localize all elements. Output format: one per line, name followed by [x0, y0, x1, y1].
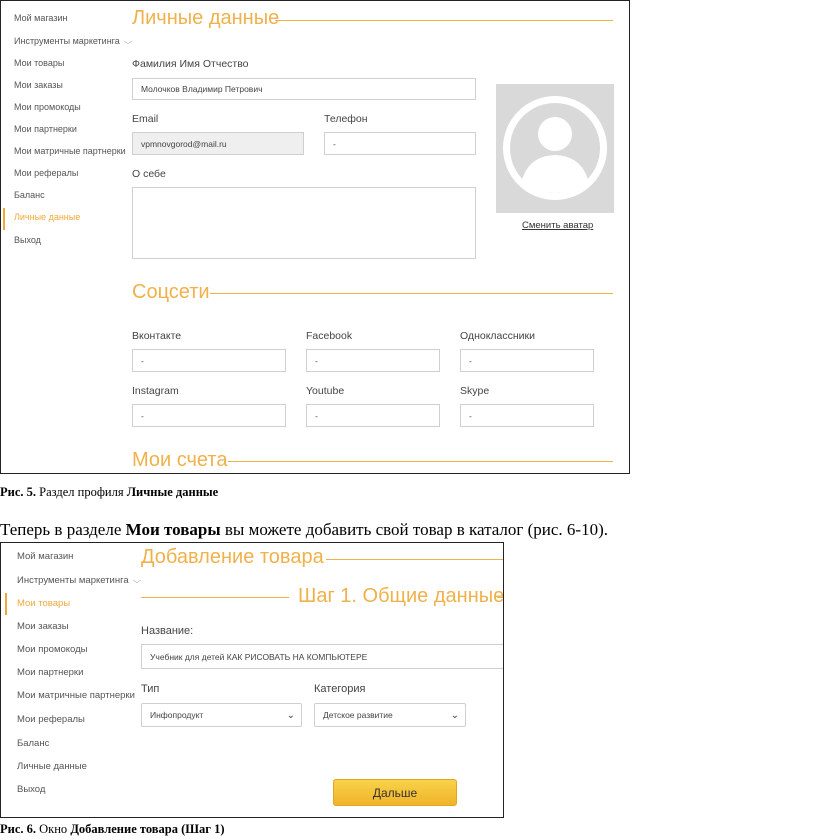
category-select-value: Детское развитие [323, 710, 393, 720]
fio-field[interactable]: Молочков Владимир Петрович [132, 78, 476, 100]
category-label: Категория [314, 683, 366, 695]
skype-field[interactable]: - [460, 404, 594, 427]
instagram-field[interactable]: - [132, 404, 286, 427]
sidebar-item-promocodes[interactable]: Мои промокоды [17, 644, 88, 655]
sidebar-item-partners[interactable]: Мои партнерки [14, 124, 77, 134]
chevron-down-icon: ⌄ [450, 709, 459, 721]
caption-bold: Личные данные [126, 485, 219, 499]
phone-label: Телефон [324, 113, 368, 125]
name-field[interactable]: Учебник для детей КАК РИСОВАТЬ НА КОМПЬЮ… [141, 644, 503, 669]
user-icon [503, 96, 607, 200]
vk-field[interactable]: - [132, 349, 286, 372]
ok-field[interactable]: - [460, 349, 594, 372]
sidebar-item-marketing[interactable]: Инструменты маркетинга ⌵ [17, 575, 141, 586]
section-divider [497, 597, 503, 598]
about-textarea[interactable] [132, 187, 476, 259]
section-title-accounts: Мои счета [132, 449, 228, 471]
email-field[interactable]: vpmnovgorod@mail.ru [132, 132, 304, 155]
sidebar-item-matrix-partners[interactable]: Мои матричные партнерки [14, 146, 126, 156]
paragraph-bold: Мои товары [125, 520, 221, 539]
email-label: Email [132, 113, 159, 125]
section-divider [141, 597, 289, 598]
sidebar-item-orders[interactable]: Мои заказы [14, 80, 63, 90]
sidebar-item-products[interactable]: Мои товары [14, 58, 64, 68]
chevron-down-icon: ⌄ [286, 709, 295, 721]
sidebar-item-personal[interactable]: Личные данные [14, 212, 80, 222]
category-select[interactable]: Детское развитие ⌄ [314, 703, 466, 727]
sidebar-item-products[interactable]: Мои товары [17, 598, 70, 609]
chevron-down-icon: ⌵ [123, 37, 133, 46]
about-label: О себе [132, 168, 166, 180]
vk-label: Вконтакте [132, 330, 182, 342]
ok-label: Одноклассники [460, 330, 536, 342]
add-product-screenshot: Мой магазин Инструменты маркетинга ⌵ Мои … [0, 542, 504, 818]
type-select[interactable]: Инфопродукт ⌄ [141, 703, 302, 727]
next-button[interactable]: Дальше [333, 779, 457, 806]
chevron-down-icon: ⌵ [132, 576, 141, 585]
sidebar-item-shop[interactable]: Мой магазин [17, 551, 73, 562]
sidebar-item-personal[interactable]: Личные данные [17, 761, 87, 772]
avatar [496, 84, 614, 213]
skype-label: Skype [460, 385, 490, 397]
section-title-add-product: Добавление товара [141, 546, 324, 568]
sidebar-item-marketing[interactable]: Инструменты маркетинга ⌵ [14, 36, 133, 47]
type-label: Тип [141, 683, 160, 695]
figure-caption: Рис. 5. Раздел профиля Личные данные [0, 485, 218, 500]
sidebar-item-promocodes[interactable]: Мои промокоды [14, 102, 81, 112]
sidebar-item-balance[interactable]: Баланс [14, 190, 45, 200]
sidebar-item-partners[interactable]: Мои партнерки [17, 667, 83, 678]
sidebar-item-matrix-partners[interactable]: Мои матричные партнерки [17, 690, 135, 701]
fio-label: Фамилия Имя Отчество [132, 58, 249, 70]
phone-field[interactable]: - [324, 132, 476, 155]
active-indicator [3, 208, 5, 230]
section-divider [210, 293, 613, 294]
figure-caption: Рис. 6. Окно Добавление товара (Шаг 1) [0, 822, 224, 837]
section-divider [228, 461, 613, 462]
sidebar-item-logout[interactable]: Выход [17, 784, 45, 795]
sidebar-item-shop[interactable]: Мой магазин [14, 13, 67, 23]
facebook-label: Facebook [306, 330, 353, 342]
section-divider [275, 20, 613, 21]
caption-bold: Добавление товара (Шаг 1) [70, 822, 225, 836]
step-title: Шаг 1. Общие данные [298, 585, 504, 607]
caption-number: Рис. 6. [0, 822, 37, 836]
sidebar-item-label: Инструменты маркетинга [17, 575, 129, 586]
facebook-field[interactable]: - [306, 349, 440, 372]
body-paragraph: Теперь в разделе Мои товары вы можете до… [0, 520, 608, 540]
sidebar-item-orders[interactable]: Мои заказы [17, 621, 69, 632]
instagram-label: Instagram [132, 385, 179, 397]
sidebar-item-balance[interactable]: Баланс [17, 738, 49, 749]
section-title-social: Соцсети [132, 281, 210, 303]
section-title-personal: Личные данные [132, 7, 280, 29]
change-avatar-link[interactable]: Сменить аватар [522, 220, 593, 231]
youtube-label: Youtube [306, 385, 345, 397]
sidebar-item-label: Инструменты маркетинга [14, 36, 120, 46]
sidebar-item-logout[interactable]: Выход [14, 235, 41, 245]
caption-number: Рис. 5. [0, 485, 37, 499]
caption-text: Раздел профиля [36, 485, 127, 499]
caption-text: Окно [36, 822, 71, 836]
name-label: Название: [141, 625, 194, 637]
section-divider [326, 559, 503, 560]
active-indicator [5, 593, 7, 615]
paragraph-text: вы можете добавить свой товар в каталог … [220, 520, 609, 539]
youtube-field[interactable]: - [306, 404, 440, 427]
type-select-value: Инфопродукт [150, 710, 204, 720]
sidebar-item-referrals[interactable]: Мои рефералы [14, 168, 78, 178]
paragraph-text: Теперь в разделе [0, 520, 126, 539]
sidebar-item-referrals[interactable]: Мои рефералы [17, 714, 85, 725]
profile-screenshot: Мой магазин Инструменты маркетинга ⌵ Мои … [0, 0, 630, 474]
